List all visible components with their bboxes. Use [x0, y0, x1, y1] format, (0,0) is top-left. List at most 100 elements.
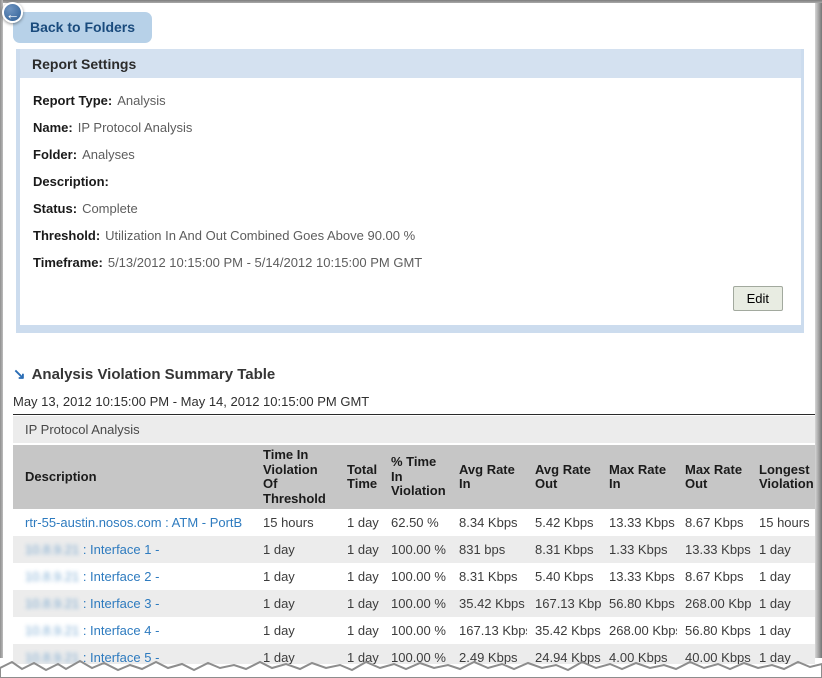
table-body: rtr-55-austin.nosos.com : ATM - PortB 15 …: [13, 509, 815, 664]
description-cell: rtr-55-austin.nosos.com : ATM - PortB: [13, 509, 255, 536]
description-cell: 10.8.9.21 : Interface 1 -: [13, 536, 255, 563]
window-frame-shadow: [815, 3, 822, 658]
redacted-ip: 10.8.9.21: [25, 596, 79, 611]
field-value: Analysis: [117, 93, 165, 108]
table-cell: 13.33 Kbps: [601, 509, 677, 536]
column-header: Description: [13, 445, 255, 509]
table-cell: 1.33 Kbps: [601, 536, 677, 563]
table-cell: 167.13 Kbps: [451, 617, 527, 644]
table-cell: 1 day: [751, 590, 815, 617]
report-field-row: Name: IP Protocol Analysis: [33, 120, 789, 135]
report-field-row: Report Type: Analysis: [33, 93, 789, 108]
page-content: Back to Folders Report Settings Report T…: [3, 3, 815, 664]
table-cell: 1 day: [255, 563, 339, 590]
redacted-ip: 10.8.9.21: [25, 623, 79, 638]
description-cell: 10.8.9.21 : Interface 4 -: [13, 617, 255, 644]
edit-button[interactable]: Edit: [733, 286, 783, 311]
field-label: Threshold:: [33, 228, 100, 243]
back-arrow-icon[interactable]: ←: [2, 2, 23, 23]
table-cell: 8.31 Kbps: [527, 536, 601, 563]
report-field-row: Description:: [33, 174, 789, 189]
report-field-row: Status:Complete: [33, 201, 789, 216]
table-cell: 56.80 Kbps: [601, 590, 677, 617]
table-row: 10.8.9.21 : Interface 4 -1 day1 day100.0…: [13, 617, 815, 644]
table-row: rtr-55-austin.nosos.com : ATM - PortB 15 …: [13, 509, 815, 536]
report-settings-panel: Report Settings Report Type: Analysis Name…: [16, 49, 804, 333]
back-to-folders-button[interactable]: Back to Folders: [13, 12, 152, 43]
report-settings-body: Report Type: Analysis Name: IP Protocol Ana…: [20, 78, 801, 325]
report-settings-title: Report Settings: [20, 49, 801, 78]
column-header: Avg Rate Out: [527, 445, 601, 509]
column-header: Time In Violation Of Threshold: [255, 445, 339, 509]
report-field-row: Folder: Analyses: [33, 147, 789, 162]
summary-section-header: ↘ Analysis Violation Summary Table: [13, 365, 810, 384]
column-header: Avg Rate In: [451, 445, 527, 509]
field-label: Folder:: [33, 147, 77, 162]
table-cell: 8.34 Kbps: [451, 509, 527, 536]
table-row: 10.8.9.21 : Interface 1 -1 day1 day100.0…: [13, 536, 815, 563]
report-fields-list: Report Type: Analysis Name: IP Protocol Ana…: [33, 93, 789, 270]
table-header-row: DescriptionTime In Violation Of Threshol…: [13, 445, 815, 509]
table-cell: 831 bps: [451, 536, 527, 563]
column-header: Longest Violation: [751, 445, 815, 509]
table-cell: 1 day: [751, 536, 815, 563]
interface-link[interactable]: 10.8.9.21 : Interface 3 -: [25, 596, 159, 611]
field-value: IP Protocol Analysis: [78, 120, 193, 135]
table-cell: 62.50 %: [383, 509, 451, 536]
table-cell: 8.31 Kbps: [451, 563, 527, 590]
field-label: Name:: [33, 120, 73, 135]
column-header: % Time In Violation: [383, 445, 451, 509]
report-field-row: Timeframe:5/13/2012 10:15:00 PM - 5/14/2…: [33, 255, 789, 270]
redacted-ip: 10.8.9.21: [25, 542, 79, 557]
field-label: Report Type:: [33, 93, 112, 108]
column-header: Max Rate In: [601, 445, 677, 509]
table-cell: 56.80 Kbps: [677, 617, 751, 644]
field-value: Analyses: [82, 147, 135, 162]
report-field-row: Threshold:Utilization In And Out Combine…: [33, 228, 789, 243]
table-cell: 5.42 Kbps: [527, 509, 601, 536]
description-cell: 10.8.9.21 : Interface 3 -: [13, 590, 255, 617]
field-label: Description:: [33, 174, 109, 189]
table-cell: 1 day: [751, 563, 815, 590]
table-cell: 167.13 Kbps: [527, 590, 601, 617]
field-label: Status:: [33, 201, 77, 216]
table-cell: 1 day: [339, 617, 383, 644]
field-label: Timeframe:: [33, 255, 103, 270]
table-cell: 13.33 Kbps: [601, 563, 677, 590]
table-cell: 268.00 Kbps: [601, 617, 677, 644]
table-cell: 268.00 Kbps: [677, 590, 751, 617]
table-cell: 100.00 %: [383, 590, 451, 617]
table-cell: 100.00 %: [383, 563, 451, 590]
table-cell: 1 day: [339, 563, 383, 590]
table-cell: 1 day: [339, 536, 383, 563]
table-cell: 1 day: [255, 617, 339, 644]
table-cell: 1 day: [255, 536, 339, 563]
section-arrow-icon: ↘: [13, 366, 26, 383]
table-cell: 5.40 Kbps: [527, 563, 601, 590]
table-cell: 100.00 %: [383, 536, 451, 563]
table-cell: 8.67 Kbps: [677, 509, 751, 536]
table-row: 10.8.9.21 : Interface 3 -1 day1 day100.0…: [13, 590, 815, 617]
table-cell: 1 day: [255, 590, 339, 617]
table-cell: 1 day: [339, 509, 383, 536]
table-cell: 13.33 Kbps: [677, 536, 751, 563]
table-cell: 35.42 Kbps: [451, 590, 527, 617]
torn-edge-decoration: [0, 656, 822, 678]
table-cell: 15 hours: [751, 509, 815, 536]
description-cell: 10.8.9.21 : Interface 2 -: [13, 563, 255, 590]
interface-link[interactable]: 10.8.9.21 : Interface 4 -: [25, 623, 159, 638]
table-cell: 1 day: [751, 617, 815, 644]
interface-link[interactable]: 10.8.9.21 : Interface 2 -: [25, 569, 159, 584]
violation-summary-table: DescriptionTime In Violation Of Threshol…: [13, 445, 815, 664]
interface-link[interactable]: rtr-55-austin.nosos.com : ATM - PortB: [25, 515, 242, 530]
back-arrow-glyph: ←: [6, 6, 20, 22]
column-header: Total Time: [339, 445, 383, 509]
interface-link[interactable]: 10.8.9.21 : Interface 1 -: [25, 542, 159, 557]
table-cell: 8.67 Kbps: [677, 563, 751, 590]
table-row: 10.8.9.21 : Interface 2 -1 day1 day100.0…: [13, 563, 815, 590]
table-cell: 1 day: [339, 590, 383, 617]
violation-summary-section: ↘Analysis Violation Summary Table May 13…: [13, 365, 810, 664]
table-cell: 15 hours: [255, 509, 339, 536]
table-cell: 35.42 Kbps: [527, 617, 601, 644]
summary-title: Analysis Violation Summary Table: [32, 366, 276, 383]
